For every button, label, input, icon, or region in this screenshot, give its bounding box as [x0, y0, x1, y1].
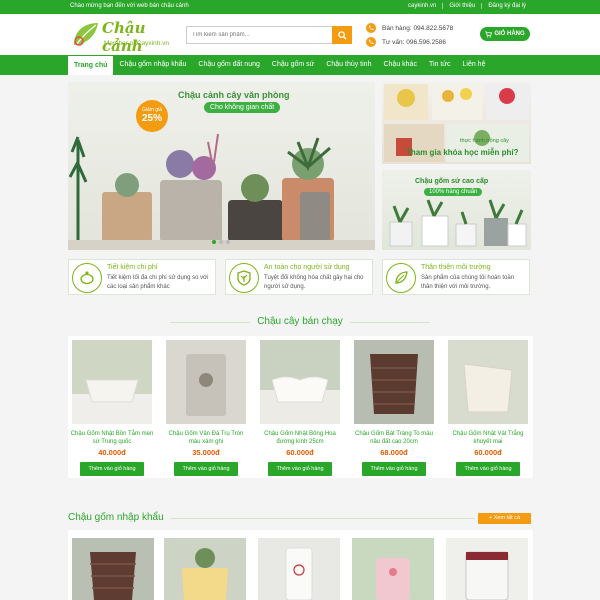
feature-desc: Tuyệt đối không hóa chất gây hại cho ngư…	[264, 275, 364, 290]
phone-icon	[366, 23, 376, 33]
imported-title: Chậu gốm nhập khẩu	[68, 512, 164, 523]
nav-item-ceramic[interactable]: Chậu gốm sứ	[266, 55, 320, 75]
cart-button[interactable]: GIỎ HÀNG	[480, 27, 530, 41]
product-name[interactable]: Chậu Gốm Nhật Bông Hoa đường kính 25cm	[258, 430, 342, 446]
add-to-cart-button[interactable]: Thêm vào giỏ hàng	[362, 462, 426, 476]
product-image[interactable]	[166, 340, 246, 424]
hero-title: Chậu cảnh cây văn phòng	[178, 90, 290, 100]
hero-banner[interactable]: Giảm giá 25% Chậu cảnh cây văn phòng Cho…	[68, 82, 375, 250]
leaf-logo-icon	[74, 23, 98, 46]
top-link-site[interactable]: caykinh.vn	[402, 3, 442, 9]
divider	[170, 322, 250, 323]
product-price: 68.000đ	[380, 448, 408, 457]
nav-item-other[interactable]: Chậu khác	[377, 55, 422, 75]
add-to-cart-button[interactable]: Thêm vào giỏ hàng	[80, 462, 144, 476]
product-card[interactable]: Chậu Gốm Nhật Bông Hoa đường kính 25cm 6…	[258, 340, 342, 476]
nav-item-imported[interactable]: Chậu gốm nhập khẩu	[113, 55, 192, 75]
divider	[350, 322, 430, 323]
product-price: 35.000đ	[192, 448, 220, 457]
add-to-cart-button[interactable]: Thêm vào giỏ hàng	[174, 462, 238, 476]
nav-item-news[interactable]: Tin tức	[423, 55, 457, 75]
support-phone: Tư vấn: 096.596.2586	[382, 38, 446, 46]
discount-value: 25%	[141, 113, 162, 124]
side-banner-course[interactable]: thực hành trồng cây Tham gia khóa học mi…	[382, 82, 531, 164]
top-bar: Chào mừng bạn đến với web bán chậu cảnh …	[0, 0, 600, 14]
product-card[interactable]: Chậu Gốm Bát Tràng To màu nâu đất cao 20…	[352, 340, 436, 476]
discount-badge: Giảm giá 25%	[136, 100, 168, 132]
product-name[interactable]: Chậu Gốm Bát Tràng To màu nâu đất cao 20…	[352, 430, 436, 446]
phone-icon	[366, 37, 376, 47]
top-link-agent[interactable]: Đăng ký đại lý	[481, 3, 532, 9]
nav-item-glass[interactable]: Chậu thủy tinh	[320, 55, 377, 75]
divider	[170, 518, 475, 519]
feature-title: Tiết kiệm chi phí	[107, 264, 158, 271]
brand-name: Chậu cảnh	[102, 19, 146, 55]
slider-dot[interactable]	[219, 240, 223, 244]
product-image[interactable]	[72, 340, 152, 424]
cart-icon	[485, 30, 493, 37]
nav-item-home[interactable]: Trang chủ	[68, 56, 114, 75]
main-nav: Trang chủ Chậu gốm nhập khẩu Chậu gốm đấ…	[0, 55, 600, 75]
add-to-cart-button[interactable]: Thêm vào giỏ hàng	[268, 462, 332, 476]
top-links: caykinh.vn Giới thiệu Đăng ký đại lý	[402, 3, 532, 9]
product-price: 40.000đ	[98, 448, 126, 457]
product-card[interactable]: Chậu Gốm Vân Đá Trụ Tròn màu xám ghi 35.…	[164, 340, 248, 476]
support-contact: Tư vấn: 096.596.2586	[366, 36, 476, 48]
slider-dot[interactable]	[226, 240, 230, 244]
course-line2: Tham gia khóa học miễn phí?	[406, 148, 519, 157]
brand-tagline: Member of Cayxinh.vn	[104, 40, 170, 47]
hero-subtitle: Cho không gian chất	[204, 102, 281, 113]
welcome-text: Chào mừng bạn đến với web bán chậu cảnh	[70, 3, 189, 9]
product-image[interactable]	[448, 340, 528, 424]
bestsellers-title: Chậu cây bán chạy	[257, 316, 343, 327]
feature-safety: An toàn cho người sử dụng Tuyệt đối khôn…	[225, 259, 373, 295]
product-image[interactable]	[164, 538, 246, 600]
product-name[interactable]: Chậu Gốm Vân Đá Trụ Tròn màu xám ghi	[164, 430, 248, 446]
product-card[interactable]: Chậu Gốm Nhật Bồn Tắm men sứ Trung quốc …	[70, 340, 154, 476]
bestsellers-grid: Chậu Gốm Nhật Bồn Tắm men sứ Trung quốc …	[68, 336, 533, 478]
search-icon	[337, 30, 347, 40]
slider-dots	[212, 240, 230, 244]
product-image[interactable]	[354, 340, 434, 424]
view-all-button[interactable]: + Xem tất cả	[478, 513, 531, 524]
slider-dot[interactable]	[212, 240, 216, 244]
piggy-bank-icon	[72, 263, 102, 293]
eco-leaf-icon	[386, 263, 416, 293]
feature-title: Thân thiện môi trường	[421, 264, 491, 271]
nav-item-contact[interactable]: Liên hệ	[457, 55, 492, 75]
sales-phone: Bán hàng: 094.822.5678	[382, 24, 454, 32]
cart-label: GIỎ HÀNG	[494, 31, 525, 37]
feature-eco: Thân thiện môi trường Sản phẩm của chúng…	[382, 259, 530, 295]
side-banner-ceramic[interactable]: Chậu gốm sứ cao cấp 100% hàng chuẩn	[382, 170, 531, 250]
add-to-cart-button[interactable]: Thêm vào giỏ hàng	[456, 462, 520, 476]
search-button[interactable]	[332, 26, 352, 44]
search-input[interactable]	[187, 27, 327, 43]
feature-desc: Sản phẩm của chúng tôi hoàn toàn thân th…	[421, 275, 515, 290]
imported-grid	[68, 530, 533, 600]
feature-desc: Tiết kiệm tối đa chi phí sử dụng so với …	[107, 275, 209, 290]
feature-title: An toàn cho người sử dụng	[264, 264, 350, 271]
product-image[interactable]	[352, 538, 434, 600]
product-price: 60.000đ	[474, 448, 502, 457]
feature-savings: Tiết kiệm chi phí Tiết kiệm tối đa chi p…	[68, 259, 216, 295]
product-image[interactable]	[258, 538, 340, 600]
sales-contact: Bán hàng: 094.822.5678	[366, 22, 476, 34]
ceramic-line1: Chậu gốm sứ cao cấp	[415, 178, 489, 185]
nav-item-terracotta[interactable]: Chậu gốm đất nung	[192, 55, 266, 75]
search-box	[186, 26, 352, 44]
header: Chậu cảnh Member of Cayxinh.vn Bán hàng:…	[0, 14, 600, 55]
logo[interactable]: Chậu cảnh Member of Cayxinh.vn	[70, 17, 180, 55]
course-line1: thực hành trồng cây	[460, 138, 509, 144]
product-price: 60.000đ	[286, 448, 314, 457]
product-name[interactable]: Chậu Gốm Nhật Vát Trắng khuyết mai	[446, 430, 530, 446]
product-image[interactable]	[446, 538, 528, 600]
product-name[interactable]: Chậu Gốm Nhật Bồn Tắm men sứ Trung quốc	[70, 430, 154, 446]
ceramic-line2: 100% hàng chuẩn	[424, 188, 483, 196]
product-card[interactable]: Chậu Gốm Nhật Vát Trắng khuyết mai 60.00…	[446, 340, 530, 476]
top-link-about[interactable]: Giới thiệu	[442, 3, 481, 9]
plant-shield-icon	[229, 263, 259, 293]
product-image[interactable]	[72, 538, 154, 600]
product-image[interactable]	[260, 340, 340, 424]
